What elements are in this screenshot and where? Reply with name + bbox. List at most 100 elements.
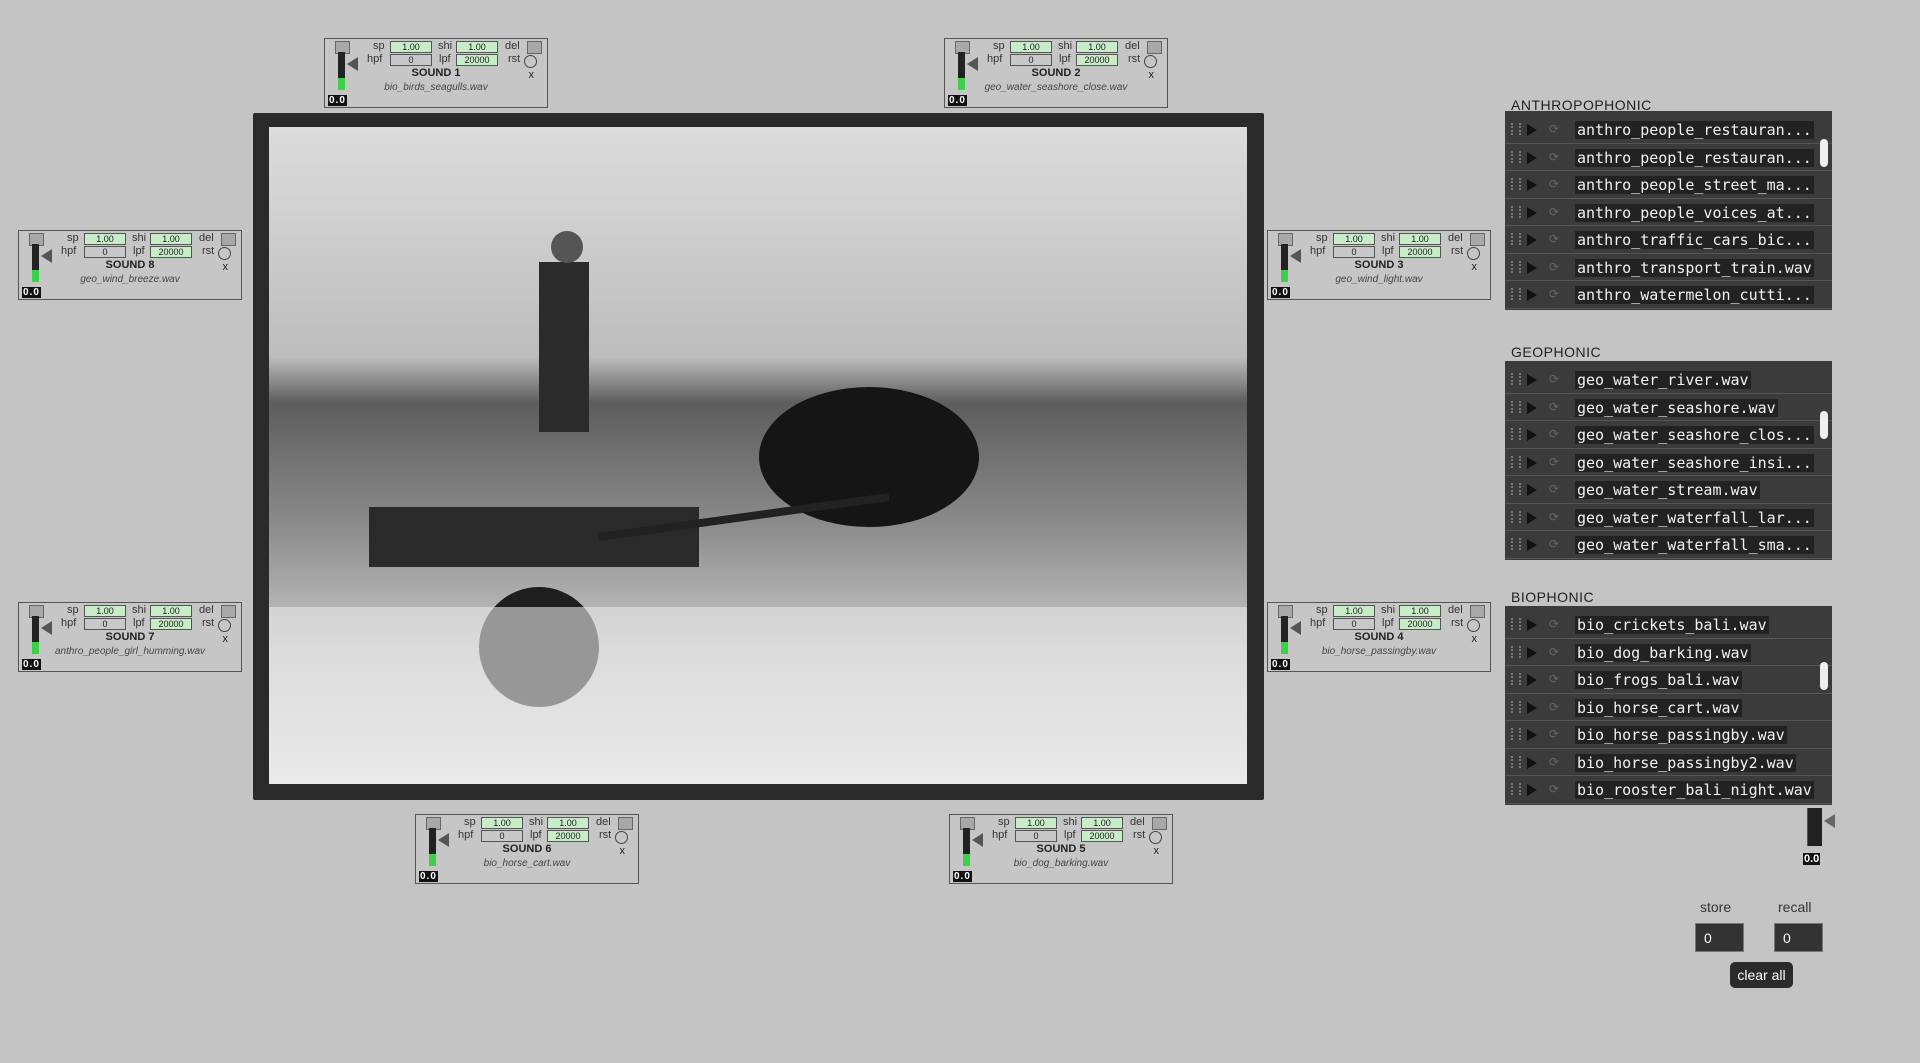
drag-handle-icon[interactable] bbox=[1511, 645, 1521, 658]
shift-field[interactable]: 1.00 bbox=[1076, 41, 1118, 53]
shift-field[interactable]: 1.00 bbox=[150, 233, 192, 245]
drag-handle-icon[interactable] bbox=[1511, 123, 1521, 135]
shift-field[interactable]: 1.00 bbox=[1399, 233, 1441, 245]
loop-icon[interactable]: ⟳ bbox=[1549, 260, 1559, 274]
play-icon[interactable] bbox=[1527, 511, 1537, 524]
hpf-field[interactable]: 0 bbox=[1333, 246, 1375, 258]
speed-field[interactable]: 1.00 bbox=[84, 605, 126, 617]
loop-icon[interactable]: ⟳ bbox=[1549, 510, 1559, 524]
lpf-field[interactable]: 20000 bbox=[150, 246, 192, 258]
loop-icon[interactable]: ⟳ bbox=[1549, 232, 1559, 246]
play-icon[interactable] bbox=[1527, 646, 1537, 659]
list-item[interactable]: ⟳ anthro_transport_train.wav bbox=[1505, 254, 1832, 281]
speed-field[interactable]: 1.00 bbox=[1015, 817, 1057, 829]
list-item[interactable]: ⟳ anthro_people_street_ma... bbox=[1505, 171, 1832, 199]
lpf-field[interactable]: 20000 bbox=[547, 830, 589, 842]
drag-handle-icon[interactable] bbox=[1511, 510, 1521, 523]
store-input[interactable]: 0 bbox=[1695, 923, 1744, 952]
speed-field[interactable]: 1.00 bbox=[84, 233, 126, 245]
play-icon[interactable] bbox=[1527, 234, 1537, 246]
play-icon[interactable] bbox=[1527, 539, 1537, 551]
play-icon[interactable] bbox=[1527, 401, 1537, 414]
loop-icon[interactable]: ⟳ bbox=[1549, 782, 1559, 796]
shift-field[interactable]: 1.00 bbox=[456, 41, 498, 53]
list-item[interactable]: ⟳ anthro_people_restauran... bbox=[1505, 116, 1832, 144]
play-icon[interactable] bbox=[1527, 374, 1537, 386]
clear-all-button[interactable]: clear all bbox=[1730, 962, 1793, 988]
drag-handle-icon[interactable] bbox=[1511, 400, 1521, 413]
list-item[interactable]: ⟳ bio_rooster_bali_night.wav bbox=[1505, 776, 1832, 804]
list-item[interactable]: ⟳ bio_frogs_bali.wav bbox=[1505, 666, 1832, 694]
loop-icon[interactable]: ⟳ bbox=[1549, 755, 1559, 769]
delete-button[interactable] bbox=[1470, 233, 1485, 246]
list-item[interactable]: ⟳ bio_dog_barking.wav bbox=[1505, 639, 1832, 666]
list-item[interactable]: ⟳ geo_water_river.wav bbox=[1505, 366, 1832, 394]
loop-icon[interactable]: ⟳ bbox=[1549, 400, 1559, 414]
delete-button[interactable] bbox=[1147, 41, 1162, 54]
list-item[interactable]: ⟳ geo_water_seashore_clos... bbox=[1505, 421, 1832, 449]
play-icon[interactable] bbox=[1527, 784, 1537, 796]
drag-handle-icon[interactable] bbox=[1511, 288, 1521, 300]
loop-icon[interactable]: ⟳ bbox=[1549, 427, 1559, 441]
play-icon[interactable] bbox=[1527, 124, 1537, 136]
loop-icon[interactable]: ⟳ bbox=[1549, 122, 1559, 136]
loop-icon[interactable]: ⟳ bbox=[1549, 645, 1559, 659]
loop-icon[interactable]: ⟳ bbox=[1549, 205, 1559, 219]
sound-library-list[interactable]: ⟳ anthro_people_restauran... ⟳ anthro_peopl… bbox=[1505, 111, 1832, 310]
play-icon[interactable] bbox=[1527, 729, 1537, 741]
lpf-field[interactable]: 20000 bbox=[150, 618, 192, 630]
speed-field[interactable]: 1.00 bbox=[390, 41, 432, 53]
speed-field[interactable]: 1.00 bbox=[1333, 233, 1375, 245]
drag-handle-icon[interactable] bbox=[1511, 728, 1521, 740]
master-meter[interactable] bbox=[1807, 808, 1822, 846]
loop-icon[interactable]: ⟳ bbox=[1549, 617, 1559, 631]
delete-button[interactable] bbox=[221, 605, 236, 618]
list-item[interactable]: ⟳ bio_horse_passingby.wav bbox=[1505, 721, 1832, 749]
play-icon[interactable] bbox=[1527, 701, 1537, 714]
lpf-field[interactable]: 20000 bbox=[1399, 246, 1441, 258]
list-item[interactable]: ⟳ anthro_people_voices_at... bbox=[1505, 199, 1832, 226]
play-icon[interactable] bbox=[1527, 151, 1537, 164]
list-item[interactable]: ⟳ anthro_people_restauran... bbox=[1505, 144, 1832, 171]
lpf-field[interactable]: 20000 bbox=[456, 54, 498, 66]
drag-handle-icon[interactable] bbox=[1511, 483, 1521, 495]
scrollbar[interactable] bbox=[1820, 139, 1828, 167]
drag-handle-icon[interactable] bbox=[1511, 538, 1521, 550]
shift-field[interactable]: 1.00 bbox=[150, 605, 192, 617]
recall-input[interactable]: 0 bbox=[1774, 923, 1823, 952]
lpf-field[interactable]: 20000 bbox=[1399, 618, 1441, 630]
play-icon[interactable] bbox=[1527, 261, 1537, 274]
list-item[interactable]: ⟳ geo_water_waterfall_lar... bbox=[1505, 504, 1832, 531]
list-item[interactable]: ⟳ bio_crickets_bali.wav bbox=[1505, 611, 1832, 639]
list-item[interactable]: ⟳ bio_horse_passingby2.wav bbox=[1505, 749, 1832, 776]
play-icon[interactable] bbox=[1527, 484, 1537, 496]
list-item[interactable]: ⟳ geo_water_stream.wav bbox=[1505, 476, 1832, 504]
loop-icon[interactable]: ⟳ bbox=[1549, 727, 1559, 741]
list-item[interactable]: ⟳ anthro_watermelon_cutti... bbox=[1505, 281, 1832, 309]
delete-button[interactable] bbox=[221, 233, 236, 246]
loop-icon[interactable]: ⟳ bbox=[1549, 455, 1559, 469]
scrollbar[interactable] bbox=[1820, 662, 1828, 690]
drag-handle-icon[interactable] bbox=[1511, 755, 1521, 768]
play-icon[interactable] bbox=[1527, 756, 1537, 769]
play-icon[interactable] bbox=[1527, 206, 1537, 219]
drag-handle-icon[interactable] bbox=[1511, 233, 1521, 245]
hpf-field[interactable]: 0 bbox=[84, 618, 126, 630]
loop-icon[interactable]: ⟳ bbox=[1549, 150, 1559, 164]
hpf-field[interactable]: 0 bbox=[1010, 54, 1052, 66]
drag-handle-icon[interactable] bbox=[1511, 150, 1521, 163]
hpf-field[interactable]: 0 bbox=[84, 246, 126, 258]
delete-button[interactable] bbox=[1152, 817, 1167, 830]
play-icon[interactable] bbox=[1527, 179, 1537, 191]
list-item[interactable]: ⟳ geo_water_seashore.wav bbox=[1505, 394, 1832, 421]
drag-handle-icon[interactable] bbox=[1511, 673, 1521, 685]
loop-icon[interactable]: ⟳ bbox=[1549, 700, 1559, 714]
delete-button[interactable] bbox=[618, 817, 633, 830]
play-icon[interactable] bbox=[1527, 429, 1537, 441]
shift-field[interactable]: 1.00 bbox=[1399, 605, 1441, 617]
drag-handle-icon[interactable] bbox=[1511, 783, 1521, 795]
list-item[interactable]: ⟳ geo_water_waterfall_sma... bbox=[1505, 531, 1832, 559]
speed-field[interactable]: 1.00 bbox=[1010, 41, 1052, 53]
hpf-field[interactable]: 0 bbox=[1015, 830, 1057, 842]
drag-handle-icon[interactable] bbox=[1511, 260, 1521, 273]
